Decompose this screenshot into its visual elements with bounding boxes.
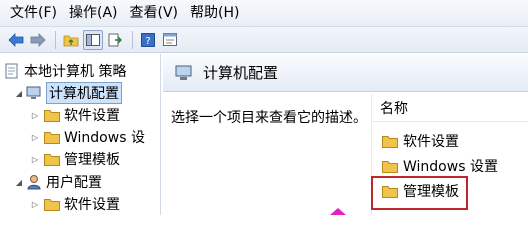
- folder-icon: [44, 131, 60, 144]
- folder-icon: [44, 198, 60, 211]
- tree-item-root[interactable]: 本地计算机 策略: [4, 60, 126, 82]
- tree-item-label: 软件设置: [64, 197, 120, 213]
- help-button[interactable]: ?: [138, 30, 158, 50]
- export-list-icon: [108, 33, 122, 46]
- menu-action[interactable]: 操作(A): [63, 2, 124, 24]
- properties-icon: [163, 33, 177, 46]
- collapsed-arrow-icon[interactable]: ▷: [30, 132, 40, 142]
- show-tree-button[interactable]: [83, 29, 103, 50]
- console-tree: 本地计算机 策略 ◢ 计算机配置 ▷ 软件设置 ▷ Windows 设 ▷ 管理…: [0, 54, 161, 215]
- folder-icon: [44, 109, 60, 122]
- tree-item-windows-settings[interactable]: ▷ Windows 设: [30, 126, 145, 148]
- properties-button[interactable]: [160, 30, 180, 50]
- column-header-name[interactable]: 名称: [372, 94, 528, 122]
- list-item-windows-settings[interactable]: Windows 设置: [382, 155, 498, 177]
- computer-icon: [175, 65, 192, 80]
- menu-help[interactable]: 帮助(H): [184, 2, 245, 24]
- policy-document-icon: [5, 63, 18, 79]
- tree-item-label: 管理模板: [64, 152, 120, 168]
- svg-text:?: ?: [145, 36, 150, 47]
- back-button[interactable]: [6, 30, 26, 50]
- collapsed-arrow-icon[interactable]: ▷: [30, 199, 40, 209]
- tree-item-label: 计算机配置: [46, 82, 122, 104]
- user-icon: [27, 175, 41, 190]
- menu-file[interactable]: 文件(F): [4, 2, 63, 24]
- expanded-arrow-icon[interactable]: ◢: [14, 88, 24, 98]
- tree-item-user-config[interactable]: ◢ 用户配置: [14, 171, 102, 193]
- forward-arrow-icon: [30, 32, 46, 47]
- forward-button[interactable]: [28, 30, 48, 50]
- folder-icon: [44, 153, 60, 166]
- tree-item-label: 软件设置: [64, 108, 120, 124]
- folder-icon: [382, 135, 398, 148]
- computer-icon: [26, 86, 41, 99]
- up-folder-icon: [63, 35, 79, 46]
- export-list-button[interactable]: [105, 30, 125, 50]
- list-item-label: 软件设置: [403, 134, 459, 150]
- up-folder-button[interactable]: [61, 30, 81, 50]
- menu-bar: 文件(F) 操作(A) 查看(V) 帮助(H): [0, 0, 528, 27]
- collapsed-arrow-icon[interactable]: ▷: [30, 154, 40, 164]
- red-highlight-annotation: [371, 176, 468, 210]
- toolbar-separator: [55, 30, 56, 49]
- menu-view[interactable]: 查看(V): [124, 2, 185, 24]
- tree-item-admin-templates[interactable]: ▷ 管理模板: [30, 148, 120, 170]
- tree-item-label: Windows 设: [64, 130, 145, 146]
- column-header-label: 名称: [380, 101, 408, 117]
- tree-item-label: 本地计算机 策略: [24, 64, 127, 80]
- tree-item-computer-config[interactable]: ◢ 计算机配置: [14, 82, 122, 104]
- description-text: 选择一个项目来查看它的描述。: [171, 110, 367, 126]
- folder-icon: [382, 160, 398, 173]
- expanded-arrow-icon[interactable]: ◢: [14, 177, 24, 187]
- details-pane: 计算机配置 选择一个项目来查看它的描述。 名称 软件设置 Windows 设置 …: [163, 54, 528, 215]
- pink-cursor-marker: [330, 208, 346, 215]
- collapsed-arrow-icon[interactable]: ▷: [30, 110, 40, 120]
- tree-item-software-settings[interactable]: ▷ 软件设置: [30, 104, 120, 126]
- details-title: 计算机配置: [203, 64, 279, 82]
- toolbar-separator: [132, 30, 133, 49]
- help-icon: ?: [141, 32, 155, 47]
- details-header: 计算机配置: [163, 54, 528, 92]
- list-item-software-settings[interactable]: 软件设置: [382, 130, 459, 152]
- tree-item-label: 用户配置: [46, 175, 102, 191]
- console-tree-icon: [86, 33, 100, 46]
- back-arrow-icon: [8, 32, 24, 47]
- tree-item-user-software-settings[interactable]: ▷ 软件设置: [30, 193, 120, 215]
- list-item-label: Windows 设置: [403, 159, 498, 175]
- toolbar: ?: [0, 27, 528, 53]
